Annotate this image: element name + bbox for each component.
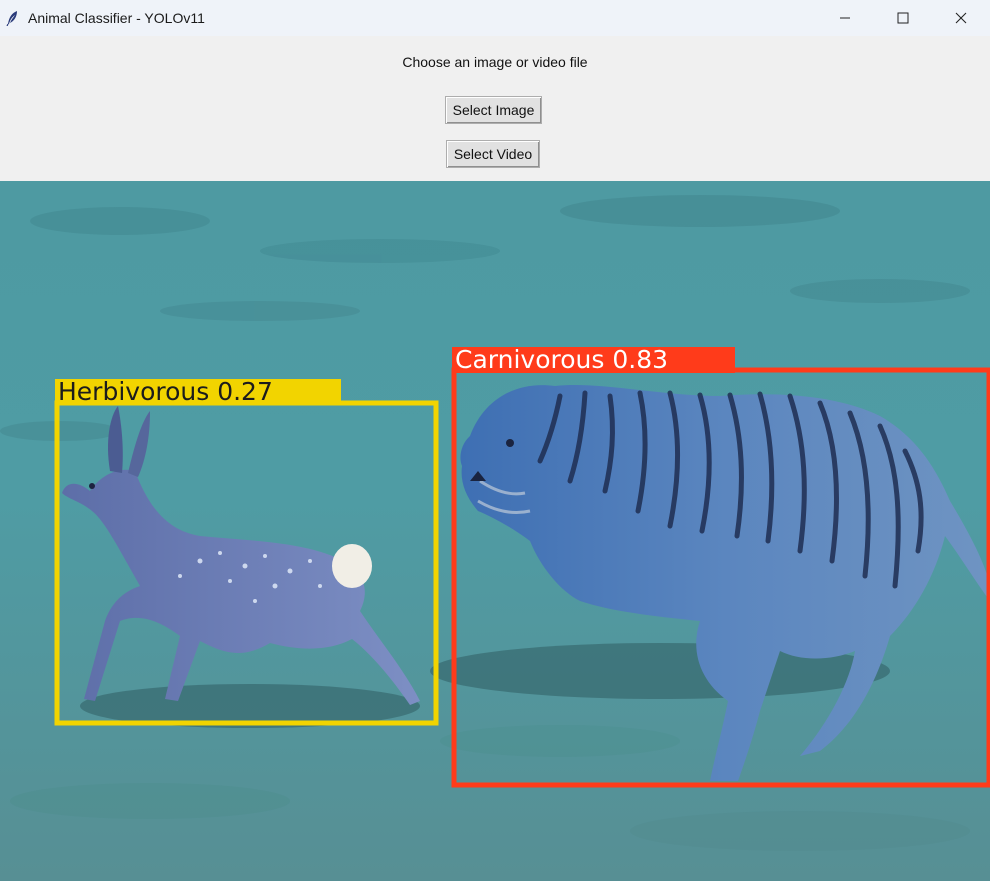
close-icon (955, 12, 967, 24)
feather-icon (6, 10, 20, 27)
maximize-button[interactable] (874, 0, 932, 36)
carnivorous-label: Carnivorous 0.83 (455, 345, 668, 374)
window-title: Animal Classifier - YOLOv11 (28, 10, 205, 26)
title-bar[interactable]: Animal Classifier - YOLOv11 (0, 0, 990, 36)
herbivorous-label: Herbivorous 0.27 (58, 377, 273, 406)
window-controls (816, 0, 990, 36)
select-image-button[interactable]: Select Image (445, 96, 542, 124)
maximize-icon (897, 12, 909, 24)
detection-image: Herbivorous 0.27 Carnivorous 0.83 (0, 181, 990, 881)
minimize-icon (839, 12, 851, 24)
minimize-button[interactable] (816, 0, 874, 36)
close-button[interactable] (932, 0, 990, 36)
detection-image-canvas: Herbivorous 0.27 Carnivorous 0.83 (0, 181, 990, 881)
file-prompt-label: Choose an image or video file (402, 54, 588, 70)
controls-panel: Choose an image or video file Select Ima… (0, 36, 990, 181)
select-video-button[interactable]: Select Video (446, 140, 540, 168)
